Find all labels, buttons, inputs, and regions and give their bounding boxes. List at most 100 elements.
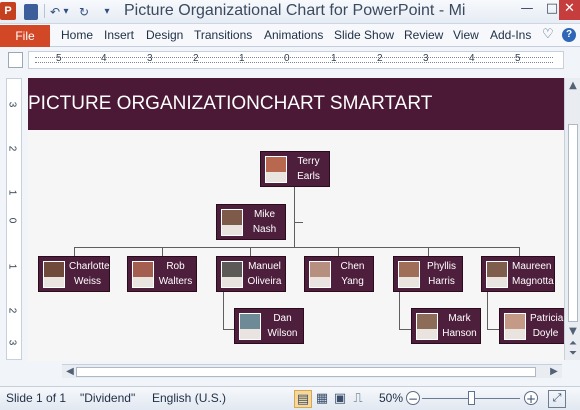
horizontal-ruler[interactable]: 5 4 3 2 1 0 1 2 3 4 5 (28, 51, 564, 69)
connector-line (74, 247, 75, 256)
tab-design[interactable]: Design (146, 28, 183, 42)
person-name: Phyllis Harris (427, 261, 456, 287)
person-photo (132, 261, 154, 288)
save-icon[interactable] (24, 4, 38, 20)
connector-line (487, 329, 499, 330)
slide-header-band: PICTURE ORGANIZATIONCHART SMARTART (28, 78, 564, 130)
zoom-in-button[interactable]: + (524, 391, 538, 406)
theme-name[interactable]: "Dividend" (80, 391, 135, 405)
person-photo (504, 313, 526, 340)
org-node-rob[interactable]: Rob Walters (127, 256, 197, 292)
ruler-track (35, 57, 553, 63)
ruler-number: 2 (6, 307, 18, 314)
ruler-number: 2 (6, 145, 18, 152)
quick-access-separator (44, 4, 45, 18)
fit-slide-icon[interactable]: ⤢ (548, 390, 566, 408)
next-slide-icon[interactable]: ⏷ (566, 348, 580, 360)
org-node-terry[interactable]: Terry Earls (260, 151, 330, 187)
connector-line (250, 247, 251, 256)
person-name: Maureen Magnotta (512, 261, 554, 287)
ruler-number: 5 (515, 53, 521, 64)
tab-slide-show[interactable]: Slide Show (334, 28, 394, 42)
tab-review[interactable]: Review (404, 28, 443, 42)
slide-canvas[interactable]: PICTURE ORGANIZATIONCHART SMARTART Terry… (28, 78, 564, 361)
slide-title[interactable]: PICTURE ORGANIZATIONCHART SMARTART (28, 93, 432, 115)
org-node-dan[interactable]: Dan Wilson (234, 308, 304, 344)
tab-add-ins[interactable]: Add-Ins (490, 28, 531, 42)
redo-icon[interactable]: ↻ (76, 4, 92, 20)
horizontal-scroll-thumb[interactable] (76, 367, 536, 377)
person-name: Terry Earls (297, 156, 320, 182)
scroll-right-icon[interactable]: ▶ (548, 366, 560, 378)
reading-view-icon[interactable]: ▣ (331, 390, 349, 408)
ruler-number: 4 (469, 53, 475, 64)
ruler-number: 1 (331, 53, 337, 64)
connector-line (294, 186, 295, 248)
person-photo (398, 261, 420, 288)
customize-quick-access-icon[interactable]: ▾ (101, 4, 113, 20)
scroll-down-icon[interactable]: ▼ (566, 326, 580, 338)
status-bar: Slide 1 of 1 "Dividend" English (U.S.) ▤… (0, 386, 580, 410)
heart-icon[interactable]: ♡ (542, 27, 554, 42)
person-name: Patricia Doyle (530, 313, 564, 339)
zoom-out-button[interactable]: − (406, 391, 420, 406)
close-button[interactable]: ✕ (559, 0, 580, 20)
ruler-number: 3 (6, 101, 18, 108)
person-photo (416, 313, 438, 340)
person-photo (239, 313, 261, 340)
vertical-scrollbar[interactable]: ▲ ▼ ⏶ ⏷ (564, 78, 580, 360)
tab-view[interactable]: View (453, 28, 479, 42)
connector-line (223, 291, 224, 329)
powerpoint-icon[interactable]: P (0, 2, 16, 20)
ruler-number: 1 (6, 189, 18, 196)
scroll-up-icon[interactable]: ▲ (566, 80, 580, 92)
tab-home[interactable]: Home (61, 28, 93, 42)
scroll-left-icon[interactable]: ◀ (64, 366, 76, 378)
slide-show-icon[interactable]: ⎍ (349, 390, 367, 408)
connector-line (399, 291, 400, 329)
connector-line (428, 247, 429, 256)
ruler-number: 0 (6, 217, 18, 224)
person-name: Mark Hanson (442, 313, 477, 339)
connector-line (162, 247, 163, 256)
undo-dropdown-icon[interactable]: ▾ (61, 4, 71, 20)
vertical-scroll-thumb[interactable] (568, 124, 578, 322)
ruler-number: 3 (423, 53, 429, 64)
slide-sorter-icon[interactable]: ▦ (313, 390, 331, 408)
ruler-number: 2 (377, 53, 383, 64)
ribbon-tabs: File Home Insert Design Transitions Anim… (0, 24, 580, 47)
help-icon[interactable]: ? (562, 28, 576, 42)
vertical-ruler[interactable]: 3 2 1 0 1 2 3 (6, 78, 22, 360)
org-node-charlotte[interactable]: Charlotte Weiss (38, 256, 110, 292)
person-photo (265, 156, 287, 183)
file-tab[interactable]: File (0, 25, 50, 47)
org-node-chen[interactable]: Chen Yang (304, 256, 374, 292)
horizontal-scrollbar[interactable]: ◀ ▶ (62, 364, 562, 378)
connector-line (74, 247, 520, 248)
zoom-slider-thumb[interactable] (468, 391, 475, 405)
org-node-manuel[interactable]: Manuel Oliveira (216, 256, 286, 292)
org-node-mike[interactable]: Mike Nash (216, 204, 286, 240)
tab-animations[interactable]: Animations (264, 28, 323, 42)
org-node-mark[interactable]: Mark Hanson (411, 308, 481, 344)
minimize-button[interactable]: — (514, 0, 540, 20)
ruler-corner[interactable] (8, 52, 23, 68)
language-indicator[interactable]: English (U.S.) (152, 391, 226, 405)
person-name: Charlotte Weiss (69, 261, 110, 287)
person-name: Dan Wilson (267, 313, 298, 339)
connector-line (338, 247, 339, 256)
title-bar: P ↶ ▾ ↻ ▾ Picture Organizational Chart f… (0, 0, 580, 24)
ruler-number: 5 (56, 53, 62, 64)
tab-insert[interactable]: Insert (104, 28, 134, 42)
ruler-number: 3 (147, 53, 153, 64)
org-node-maureen[interactable]: Maureen Magnotta (481, 256, 555, 292)
org-node-phyllis[interactable]: Phyllis Harris (393, 256, 463, 292)
normal-view-icon[interactable]: ▤ (294, 390, 312, 408)
person-photo (43, 261, 65, 288)
person-photo (221, 261, 243, 288)
tab-transitions[interactable]: Transitions (194, 28, 252, 42)
org-node-patricia[interactable]: Patricia Doyle (499, 308, 564, 344)
ruler-number: 4 (101, 53, 107, 64)
connector-line (399, 329, 411, 330)
zoom-level[interactable]: 50% (379, 391, 403, 405)
